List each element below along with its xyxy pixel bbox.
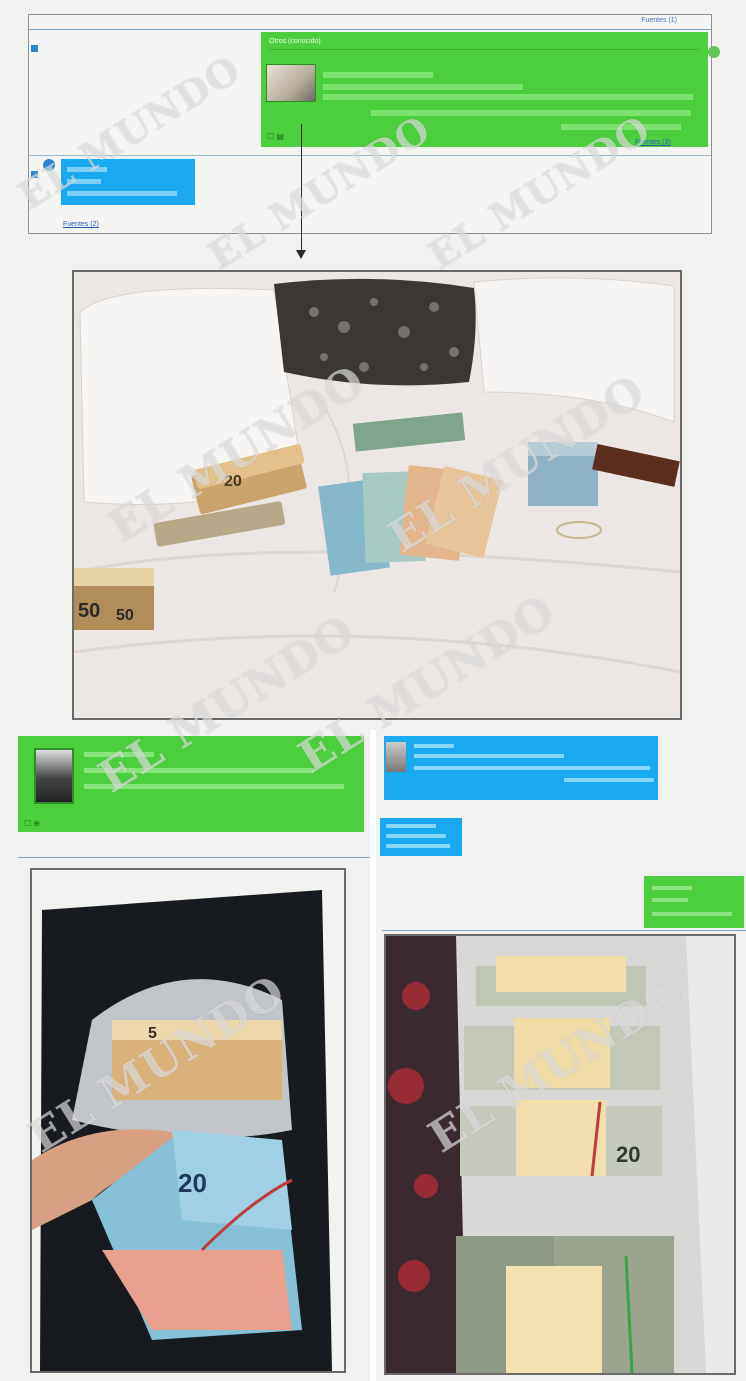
chat-bubble-incoming[interactable] xyxy=(384,736,658,800)
message-line xyxy=(652,912,732,916)
attachment-icon: ☐ ▤ xyxy=(267,132,284,141)
status-check-icon xyxy=(708,46,720,58)
bubble-header: Otros (conocido) xyxy=(269,38,699,50)
message-line xyxy=(564,778,654,782)
image-thumbnail[interactable] xyxy=(386,742,406,772)
avatar xyxy=(43,159,55,171)
banknote-label: 50 xyxy=(78,600,100,622)
chat-bubble-outgoing[interactable]: ☐ ⊕ xyxy=(18,736,364,832)
message-line xyxy=(414,744,454,748)
divider xyxy=(18,857,370,858)
divider xyxy=(29,29,711,30)
photo-cash-in-bag: 5 20 xyxy=(32,870,344,1371)
sources-link[interactable]: Fuentes (3) xyxy=(635,139,671,146)
divider xyxy=(382,930,746,931)
attachment-icon: ☐ ⊕ xyxy=(24,819,41,828)
photo-cash-on-bed: 20 50 50 xyxy=(74,272,680,718)
message-line xyxy=(652,886,692,890)
chat-bubble-incoming[interactable] xyxy=(380,818,462,856)
message-marker-icon xyxy=(31,171,38,178)
evidence-photo-cash-in-bag[interactable]: 5 20 xyxy=(30,868,346,1373)
message-line xyxy=(414,754,564,758)
message-line xyxy=(323,72,433,78)
banknote-label: 20 xyxy=(616,1142,640,1167)
message-line xyxy=(67,179,101,184)
chat-frame: Fuentes (1) Otros (conocido) ☐ ▤ Fuentes… xyxy=(28,14,720,234)
chat-bubble-outgoing[interactable] xyxy=(644,876,744,928)
bottom-right-panel: 20 xyxy=(376,730,746,1381)
corner-sources-link[interactable]: Fuentes (1) xyxy=(641,17,677,24)
image-thumbnail[interactable] xyxy=(34,748,74,804)
divider xyxy=(29,155,711,156)
message-marker-icon xyxy=(31,45,38,52)
message-line xyxy=(414,766,650,770)
message-line xyxy=(561,124,681,130)
message-line xyxy=(323,84,523,90)
message-line xyxy=(386,844,450,848)
message-line xyxy=(371,110,691,116)
evidence-photo-cash-on-bed[interactable]: 20 50 50 xyxy=(72,270,682,720)
banknote-label: 20 xyxy=(178,1168,207,1198)
message-line xyxy=(67,191,177,196)
message-line xyxy=(652,898,688,902)
top-panel: Fuentes (1) Otros (conocido) ☐ ▤ Fuentes… xyxy=(0,0,746,730)
sources-link[interactable]: Fuentes (2) xyxy=(63,221,99,228)
message-line xyxy=(323,94,693,100)
message-line xyxy=(84,752,154,757)
chat-bubble-outgoing[interactable]: Otros (conocido) ☐ ▤ xyxy=(261,32,720,147)
chat-bubble-incoming[interactable] xyxy=(61,159,195,205)
banknote-label: 5 xyxy=(148,1025,157,1042)
message-line xyxy=(386,834,446,838)
message-line xyxy=(84,768,314,773)
arrow-down-icon xyxy=(296,250,306,259)
bottom-left-panel: ☐ ⊕ 5 20 xyxy=(0,730,370,1381)
message-line xyxy=(84,784,344,789)
evidence-photo-dollar-stacks[interactable]: 20 xyxy=(384,934,736,1375)
banknote-label: 50 xyxy=(116,607,134,624)
message-line xyxy=(386,824,436,828)
image-thumbnail[interactable] xyxy=(266,64,316,102)
arrow-connector xyxy=(301,124,302,254)
banknote-label: 20 xyxy=(224,473,242,490)
message-line xyxy=(67,167,107,172)
photo-dollar-stacks: 20 xyxy=(386,936,734,1373)
